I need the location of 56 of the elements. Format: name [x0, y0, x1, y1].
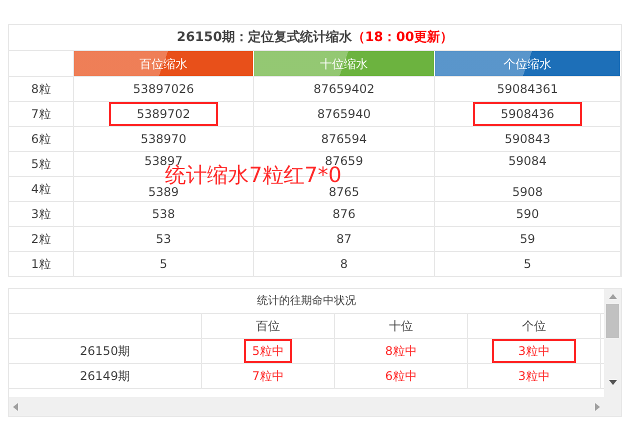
table-cell-text: 87659: [324, 153, 364, 168]
table-cell: 3粒中: [492, 339, 576, 363]
table-cell-text: 59084: [508, 153, 547, 170]
scroll-right-icon[interactable]: [595, 402, 600, 410]
horizontal-scrollbar[interactable]: [9, 397, 604, 416]
update-time-note: （18：00更新）: [352, 28, 454, 47]
table-cell-text: 87: [336, 231, 352, 248]
table-cell-text: 7粒中: [252, 368, 284, 385]
table-cell-text: 8765: [328, 184, 360, 201]
table-cell-text: 8765940: [317, 106, 371, 123]
column-header: 个位缩水: [435, 51, 621, 76]
row-label: 8粒: [9, 77, 74, 101]
period-cell: 26150期: [9, 339, 202, 363]
scrollbar-thumb[interactable]: [606, 304, 620, 338]
table-cell-text: 590843: [504, 131, 550, 148]
table-cell-text: 87659402: [313, 81, 375, 98]
row-label: 7粒: [9, 102, 74, 126]
column-header: 百位: [202, 314, 335, 338]
column-header: 百位缩水: [74, 51, 254, 76]
column-header: 个位: [468, 314, 601, 338]
row-label: 2粒: [9, 227, 74, 251]
table-cell-text: 590: [516, 206, 539, 223]
row-label: 6粒: [9, 127, 74, 151]
table-cell-text: 5: [524, 256, 532, 273]
table-cell-text: 5: [160, 256, 168, 273]
table-cell-text: 6粒中: [385, 368, 417, 385]
table-cell: 5908436: [472, 102, 582, 126]
table-cell: 5389702: [108, 102, 218, 126]
table-cell-text: 8粒中: [385, 343, 417, 360]
scroll-down-icon[interactable]: [608, 380, 617, 385]
scroll-left-icon[interactable]: [13, 402, 18, 410]
table-cell-text: 59: [520, 231, 536, 248]
table-cell-text: 53: [156, 231, 172, 248]
table-cell-text: 59084361: [496, 81, 558, 98]
table-cell-text: 8: [340, 256, 348, 273]
table-cell: 5粒中: [244, 339, 292, 363]
row-label: 4粒: [9, 177, 74, 201]
period-cell: 26149期: [9, 364, 202, 388]
table-cell-text: 5389: [148, 184, 179, 201]
row-label: 3粒: [9, 202, 74, 226]
vertical-scrollbar[interactable]: [604, 289, 621, 416]
history-title: 统计的往期命中状况: [9, 289, 604, 314]
column-header: 十位缩水: [254, 51, 435, 76]
table-cell-text: 53897026: [132, 81, 194, 98]
table-cell-text: 876594: [321, 131, 367, 148]
table-title: 26150期：定位复式统计缩水: [176, 28, 352, 47]
table-cell-text: 538: [152, 206, 175, 223]
column-header: 十位: [335, 314, 468, 338]
row-label: 5粒: [9, 152, 74, 176]
table-cell-text: 876: [332, 206, 356, 223]
scroll-up-icon[interactable]: [608, 294, 617, 299]
table-cell-text: 538970: [140, 131, 186, 148]
row-label: 1粒: [9, 252, 74, 276]
table-cell-text: 5908: [512, 184, 543, 201]
annotation-text: 统计缩水7粒红7*0: [165, 165, 342, 186]
table-cell-text: 3粒中: [518, 368, 550, 385]
